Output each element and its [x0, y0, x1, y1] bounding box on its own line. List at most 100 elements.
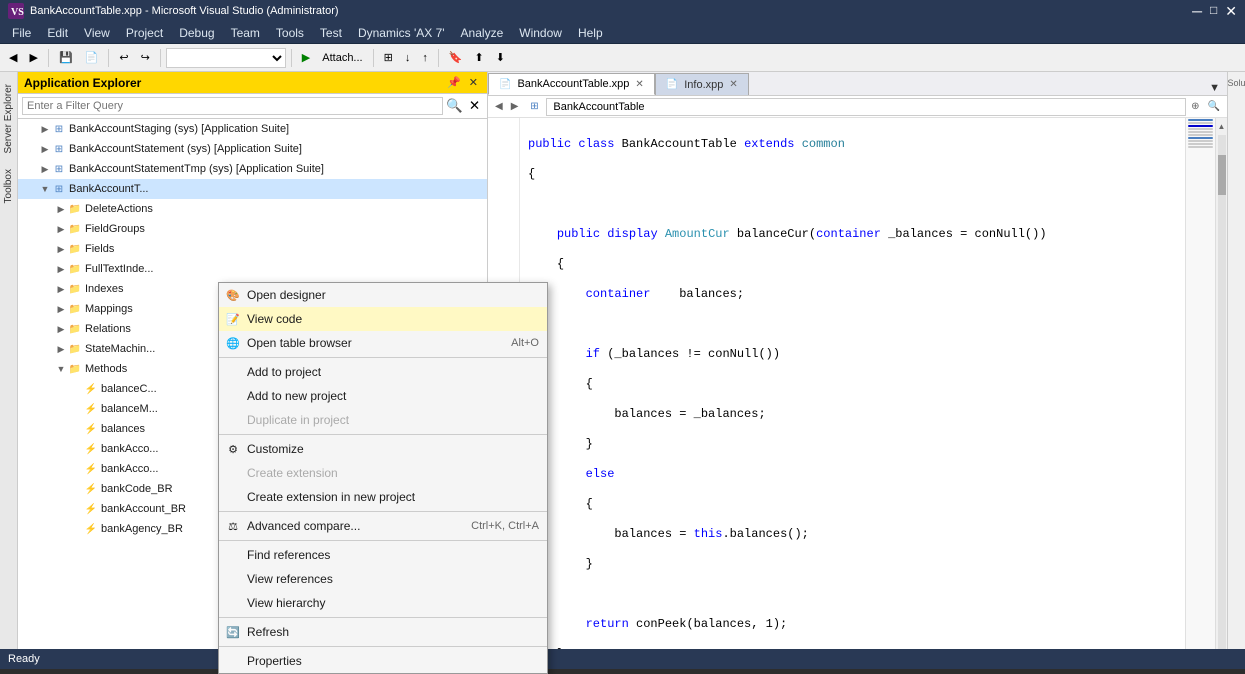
toolbar-undo-btn[interactable]: ↩ [114, 47, 133, 69]
title-text: BankAccountTable.xpp - Microsoft Visual … [30, 5, 339, 17]
search-input[interactable] [22, 97, 443, 115]
editor-nav-search[interactable]: 🔍 [1205, 100, 1223, 113]
expander-bankaccounttable[interactable]: ▼ [38, 182, 52, 196]
ctx-add-to-project[interactable]: Add to project [219, 360, 547, 384]
expander-fieldgroups[interactable]: ▶ [54, 222, 68, 236]
editor-nav-expand[interactable]: ⊕ [1188, 100, 1202, 113]
search-submit-btn[interactable]: 🔍 [443, 97, 466, 115]
editor-breadcrumb-text: BankAccountTable [553, 101, 644, 113]
menu-analyze[interactable]: Analyze [453, 22, 512, 43]
toolbar-attach-btn[interactable]: Attach... [317, 47, 367, 69]
menu-edit[interactable]: Edit [39, 22, 76, 43]
editor-tabs: 📄 BankAccountTable.xpp ✕ 📄 Info.xpp ✕ ▼ [488, 72, 1227, 96]
editor-nav-fwd[interactable]: ▶ [508, 100, 522, 113]
toolbar-fwd-btn[interactable]: ▶ [24, 47, 42, 69]
toolbar-dbg2[interactable]: ↓ [400, 47, 416, 69]
toolbar-dbg3[interactable]: ↑ [417, 47, 433, 69]
expander-fields[interactable]: ▶ [54, 242, 68, 256]
ctx-advanced-compare-shortcut: Ctrl+K, Ctrl+A [471, 520, 539, 532]
menu-test[interactable]: Test [312, 22, 350, 43]
panel-close-btn[interactable]: ✕ [466, 75, 481, 90]
toolbar-redo-btn[interactable]: ↪ [136, 47, 155, 69]
expander-methods[interactable]: ▼ [54, 362, 68, 376]
right-btn-solution[interactable]: Solu [1226, 76, 1245, 90]
editor-breadcrumb[interactable]: BankAccountTable [546, 98, 1186, 116]
ctx-open-designer[interactable]: 🎨 Open designer [219, 283, 547, 307]
tree-item-bankaccounttable[interactable]: ▼ ⊞ BankAccountT... [18, 179, 487, 199]
tree-item-fields[interactable]: ▶ 📁 Fields [18, 239, 487, 259]
toolbar-save-btn[interactable]: 💾 [54, 47, 78, 69]
tree-item-bankaccountstaging[interactable]: ▶ ⊞ BankAccountStaging (sys) [Applicatio… [18, 119, 487, 139]
expander-relations[interactable]: ▶ [54, 322, 68, 336]
sidebar-server-explorer[interactable]: Server Explorer [1, 76, 16, 161]
expander-fulltextindex[interactable]: ▶ [54, 262, 68, 276]
toolbar-back-btn[interactable]: ◀ [4, 47, 22, 69]
menu-debug[interactable]: Debug [171, 22, 222, 43]
editor-nav-icon: ⊞ [527, 100, 541, 114]
close-btn[interactable]: ✕ [1225, 3, 1237, 20]
toolbar-bookmark1[interactable]: 🔖 [444, 47, 468, 69]
toolbar-config-dropdown[interactable] [166, 48, 286, 68]
menu-dynamics[interactable]: Dynamics 'AX 7' [350, 22, 453, 43]
ctx-view-code[interactable]: 📝 View code [219, 307, 547, 331]
editor-nav-back[interactable]: ◀ [492, 100, 506, 113]
icon-fields: 📁 [68, 242, 82, 256]
maximize-btn[interactable]: □ [1210, 3, 1217, 20]
ctx-view-hierarchy[interactable]: View hierarchy [219, 591, 547, 615]
ctx-view-references[interactable]: View references [219, 567, 547, 591]
scrollbar-thumb[interactable] [1218, 155, 1226, 195]
tree-item-fieldgroups[interactable]: ▶ 📁 FieldGroups [18, 219, 487, 239]
tab-info-close[interactable]: ✕ [729, 79, 737, 90]
ctx-properties[interactable]: Properties [219, 649, 547, 673]
ctx-refresh[interactable]: 🔄 Refresh [219, 620, 547, 644]
menu-team[interactable]: Team [223, 22, 268, 43]
panel-pin-btn[interactable]: 📌 [444, 75, 464, 90]
toolbar-new-btn[interactable]: 📄 [80, 47, 104, 69]
expander-bankaccountstatementtmp[interactable]: ▶ [38, 162, 52, 176]
tree-item-bankaccountstatementtmp[interactable]: ▶ ⊞ BankAccountStatementTmp (sys) [Appli… [18, 159, 487, 179]
expander-bankaccountstaging[interactable]: ▶ [38, 122, 52, 136]
ctx-open-table-browser[interactable]: 🌐 Open table browser Alt+O [219, 331, 547, 355]
ctx-create-extension-new[interactable]: Create extension in new project [219, 485, 547, 509]
toolbar-dbg1[interactable]: ⊞ [379, 47, 398, 69]
search-bar: 🔍 ✕ [18, 94, 487, 119]
tree-item-bankaccountstatement[interactable]: ▶ ⊞ BankAccountStatement (sys) [Applicat… [18, 139, 487, 159]
label-fields: Fields [85, 243, 114, 255]
toolbar-play-btn[interactable]: ▶ [297, 47, 315, 69]
menu-tools[interactable]: Tools [268, 22, 312, 43]
sidebar-toolbox[interactable]: Toolbox [1, 161, 16, 211]
code-editor[interactable]: public class BankAccountTable extends co… [520, 118, 1185, 669]
ctx-customize[interactable]: ⚙ Customize [219, 437, 547, 461]
editor-scrollbar[interactable]: ▲ ▼ [1215, 118, 1227, 669]
scrollbar-up[interactable]: ▲ [1216, 120, 1227, 133]
ctx-find-references-label: Find references [247, 548, 330, 562]
toolbar-bookmark2[interactable]: ⬆ [470, 47, 489, 69]
tree-item-fulltextindex[interactable]: ▶ 📁 FullTextInde... [18, 259, 487, 279]
ctx-create-extension: Create extension [219, 461, 547, 485]
editor-tabs-dropdown-btn[interactable]: ▼ [1206, 81, 1223, 95]
menu-help[interactable]: Help [570, 22, 611, 43]
tab-bankaccounttable-close[interactable]: ✕ [635, 79, 643, 90]
search-clear-btn[interactable]: ✕ [466, 97, 483, 115]
ctx-advanced-compare[interactable]: ⚖ Advanced compare... Ctrl+K, Ctrl+A [219, 514, 547, 538]
expander-deleteactions[interactable]: ▶ [54, 202, 68, 216]
designer-icon: 🎨 [225, 287, 241, 303]
menu-view[interactable]: View [76, 22, 118, 43]
expander-bankaccountstatement[interactable]: ▶ [38, 142, 52, 156]
ctx-add-to-new-project[interactable]: Add to new project [219, 384, 547, 408]
minimize-btn[interactable]: ─ [1192, 3, 1202, 20]
tab-bankaccounttable[interactable]: 📄 BankAccountTable.xpp ✕ [488, 73, 655, 95]
expander-indexes[interactable]: ▶ [54, 282, 68, 296]
ctx-find-references[interactable]: Find references [219, 543, 547, 567]
toolbar-bookmark3[interactable]: ⬇ [491, 47, 510, 69]
expander-statemachine[interactable]: ▶ [54, 342, 68, 356]
menu-project[interactable]: Project [118, 22, 171, 43]
ctx-add-to-project-label: Add to project [247, 365, 321, 379]
scrollbar-track[interactable] [1218, 135, 1226, 654]
menu-window[interactable]: Window [511, 22, 570, 43]
label-balancec: balanceC... [101, 383, 157, 395]
tab-info[interactable]: 📄 Info.xpp ✕ [655, 73, 749, 95]
expander-mappings[interactable]: ▶ [54, 302, 68, 316]
tree-item-deleteactions[interactable]: ▶ 📁 DeleteActions [18, 199, 487, 219]
menu-file[interactable]: File [4, 22, 39, 43]
